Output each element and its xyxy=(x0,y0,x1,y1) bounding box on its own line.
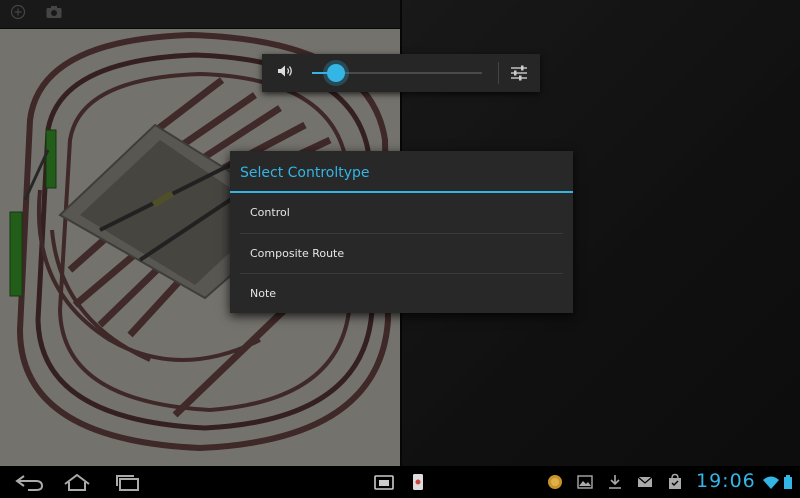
dialog-item-label: Composite Route xyxy=(250,247,345,260)
volume-panel xyxy=(262,54,540,92)
dialog-item-note[interactable]: Note xyxy=(230,274,573,314)
dialog-item-control[interactable]: Control xyxy=(230,193,573,233)
app-icon[interactable] xyxy=(408,470,442,494)
screenshot-icon[interactable] xyxy=(372,470,406,494)
speaker-icon xyxy=(274,62,296,84)
home-icon[interactable] xyxy=(60,470,94,494)
battery-icon xyxy=(782,473,794,491)
wifi-icon xyxy=(762,473,780,491)
clock[interactable]: 19:06 xyxy=(696,470,756,492)
volume-slider-thumb[interactable] xyxy=(326,64,345,82)
download-icon[interactable] xyxy=(606,473,624,491)
recent-apps-icon[interactable] xyxy=(110,470,144,494)
dialog-item-label: Note xyxy=(250,287,277,300)
system-bar: 19:06 xyxy=(0,466,800,498)
screen: Select Controltype Control Composite Rou… xyxy=(0,0,800,466)
mail-icon[interactable] xyxy=(636,473,654,491)
coin-icon[interactable] xyxy=(546,473,564,491)
dialog-item-label: Control xyxy=(250,206,290,219)
sliders-icon[interactable] xyxy=(508,62,530,84)
back-icon[interactable] xyxy=(12,470,46,494)
select-controltype-dialog: Select Controltype Control Composite Rou… xyxy=(230,151,573,313)
dialog-title: Select Controltype xyxy=(240,165,370,181)
divider xyxy=(498,62,499,84)
volume-slider[interactable] xyxy=(312,64,482,82)
store-icon[interactable] xyxy=(666,473,684,491)
image-icon[interactable] xyxy=(576,473,594,491)
dialog-item-composite-route[interactable]: Composite Route xyxy=(230,234,573,274)
